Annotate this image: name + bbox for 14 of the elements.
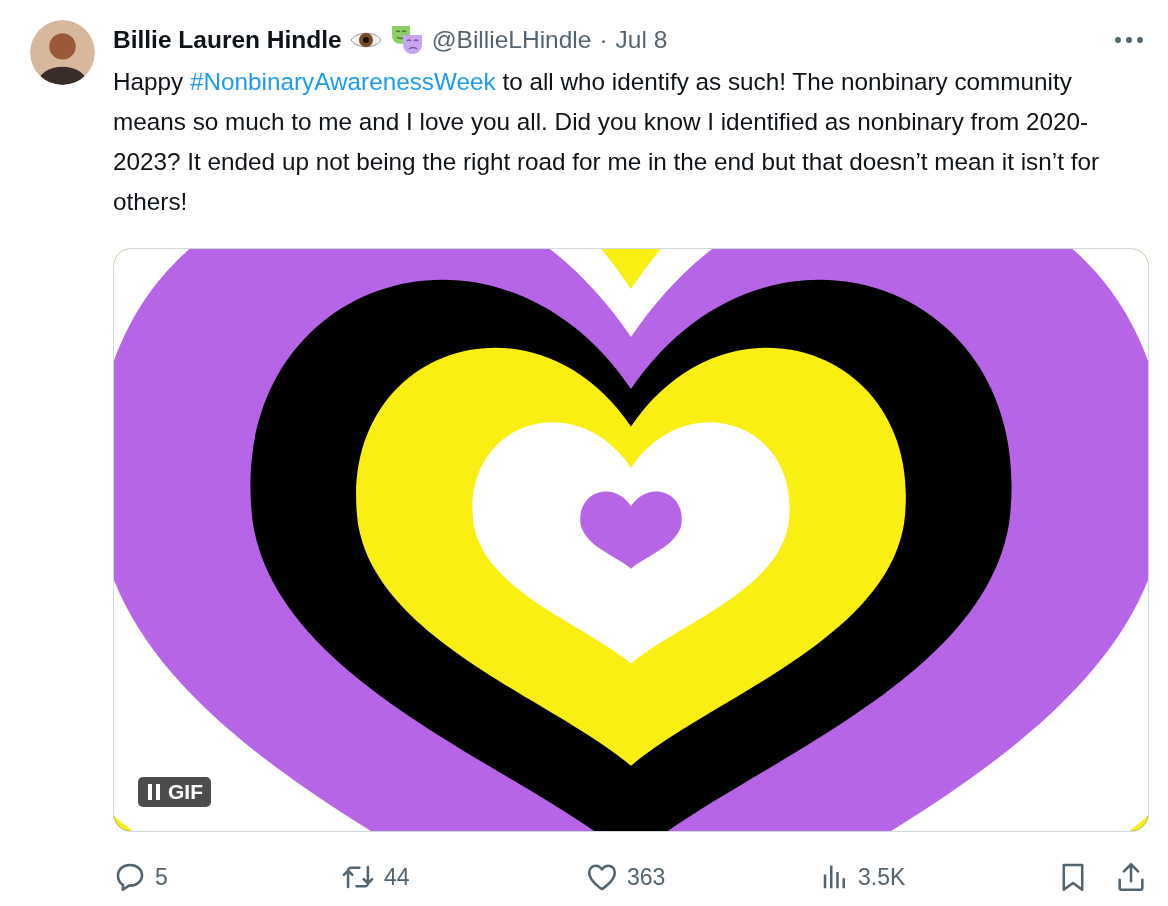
gif-badge[interactable]: GIF: [138, 777, 211, 807]
author-handle[interactable]: @BillieLHindle: [431, 26, 592, 54]
views-count: 3.5K: [858, 863, 906, 891]
pause-icon[interactable]: [146, 782, 162, 802]
reply-count: 5: [155, 863, 168, 891]
masks-icon: [389, 24, 424, 56]
tweet-text: Happy #NonbinaryAwarenessWeek to all who identify as such! The nonbinary community means so much to me and I love you all. Did you know I identified as nonbinary from 2020-2023? It ended up not being the right road for me in the end but that doesn’t mean it isn’t for others!: [113, 67, 1101, 217]
tweet-date[interactable]: Jul 8: [615, 26, 668, 54]
author-name[interactable]: Billie Lauren Hindle: [113, 26, 342, 54]
eye-icon: [349, 30, 382, 50]
retweet-count: 44: [384, 863, 410, 891]
more-icon[interactable]: [1114, 36, 1144, 44]
like-count: 363: [627, 863, 666, 891]
separator-dot: ·: [599, 26, 608, 54]
